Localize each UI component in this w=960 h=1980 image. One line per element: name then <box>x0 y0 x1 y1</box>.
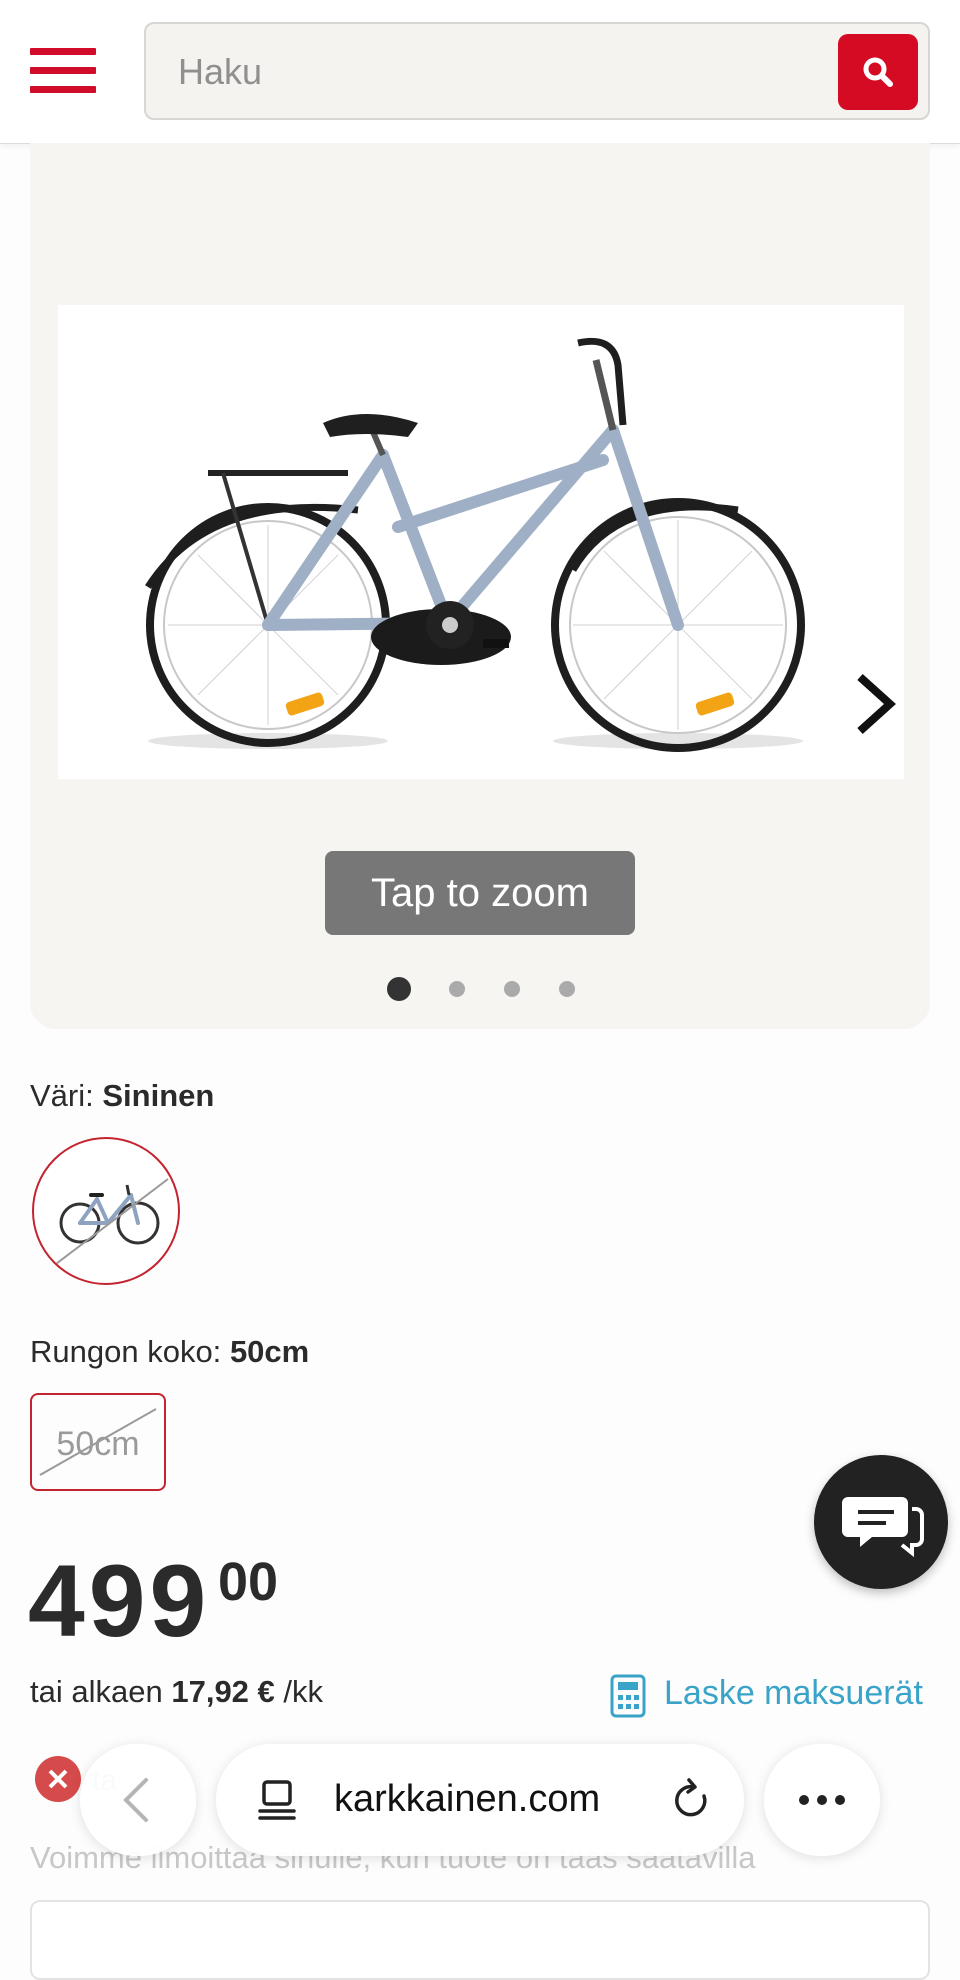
color-label: Väri: Sininen <box>30 1078 214 1114</box>
price-decimals: 00 <box>218 1552 279 1612</box>
color-swatch-sininen[interactable] <box>32 1137 180 1285</box>
tabs-icon <box>258 1780 296 1820</box>
installment-info: tai alkaen 17,92 € /kk <box>30 1674 323 1710</box>
size-label: Rungon koko: 50cm <box>30 1334 309 1370</box>
product-image[interactable] <box>58 305 904 779</box>
gallery-dot-2[interactable] <box>449 981 465 997</box>
search-button[interactable] <box>838 34 918 110</box>
calculator-icon <box>610 1674 646 1718</box>
browser-back-button[interactable] <box>80 1744 196 1856</box>
gallery-dot-3[interactable] <box>504 981 520 997</box>
gallery-dot-4[interactable] <box>559 981 575 997</box>
chat-icon <box>842 1497 924 1558</box>
unavailable-strike <box>39 1408 157 1476</box>
installment-suffix: /kk <box>283 1674 324 1709</box>
price-integer: 499 <box>28 1544 211 1658</box>
more-icon <box>799 1795 845 1805</box>
size-value: 50cm <box>229 1334 310 1369</box>
search-bar <box>144 22 930 120</box>
tap-to-zoom-hint: Tap to zoom <box>325 851 635 935</box>
close-icon[interactable] <box>35 1756 81 1802</box>
size-label-text: Rungon koko: <box>30 1334 222 1369</box>
bicycle-thumbnail <box>43 1178 169 1274</box>
search-icon <box>863 57 893 87</box>
hamburger-icon[interactable] <box>30 48 96 94</box>
payment-calculator-label: Laske maksuerät <box>664 1674 923 1712</box>
installment-prefix: tai alkaen <box>30 1674 163 1709</box>
chevron-right-icon[interactable] <box>846 669 906 739</box>
chevron-left-icon <box>123 1778 148 1822</box>
reload-icon[interactable] <box>662 1770 722 1830</box>
color-value: Sininen <box>102 1078 215 1113</box>
browser-address-bar[interactable]: karkkainen.com <box>216 1744 744 1856</box>
browser-url-text[interactable]: karkkainen.com <box>334 1778 600 1821</box>
site-header <box>0 0 960 144</box>
product-gallery: Tap to zoom <box>30 143 930 1029</box>
bicycle-image <box>145 337 805 752</box>
search-input[interactable] <box>176 44 800 100</box>
chat-button[interactable] <box>814 1455 948 1589</box>
gallery-dot-1[interactable] <box>387 977 411 1001</box>
browser-more-button[interactable] <box>764 1744 880 1856</box>
installment-amount: 17,92 € <box>171 1674 275 1709</box>
size-option-50cm[interactable]: 50cm <box>30 1393 166 1491</box>
color-label-text: Väri: <box>30 1078 94 1113</box>
email-field[interactable] <box>30 1900 930 1980</box>
